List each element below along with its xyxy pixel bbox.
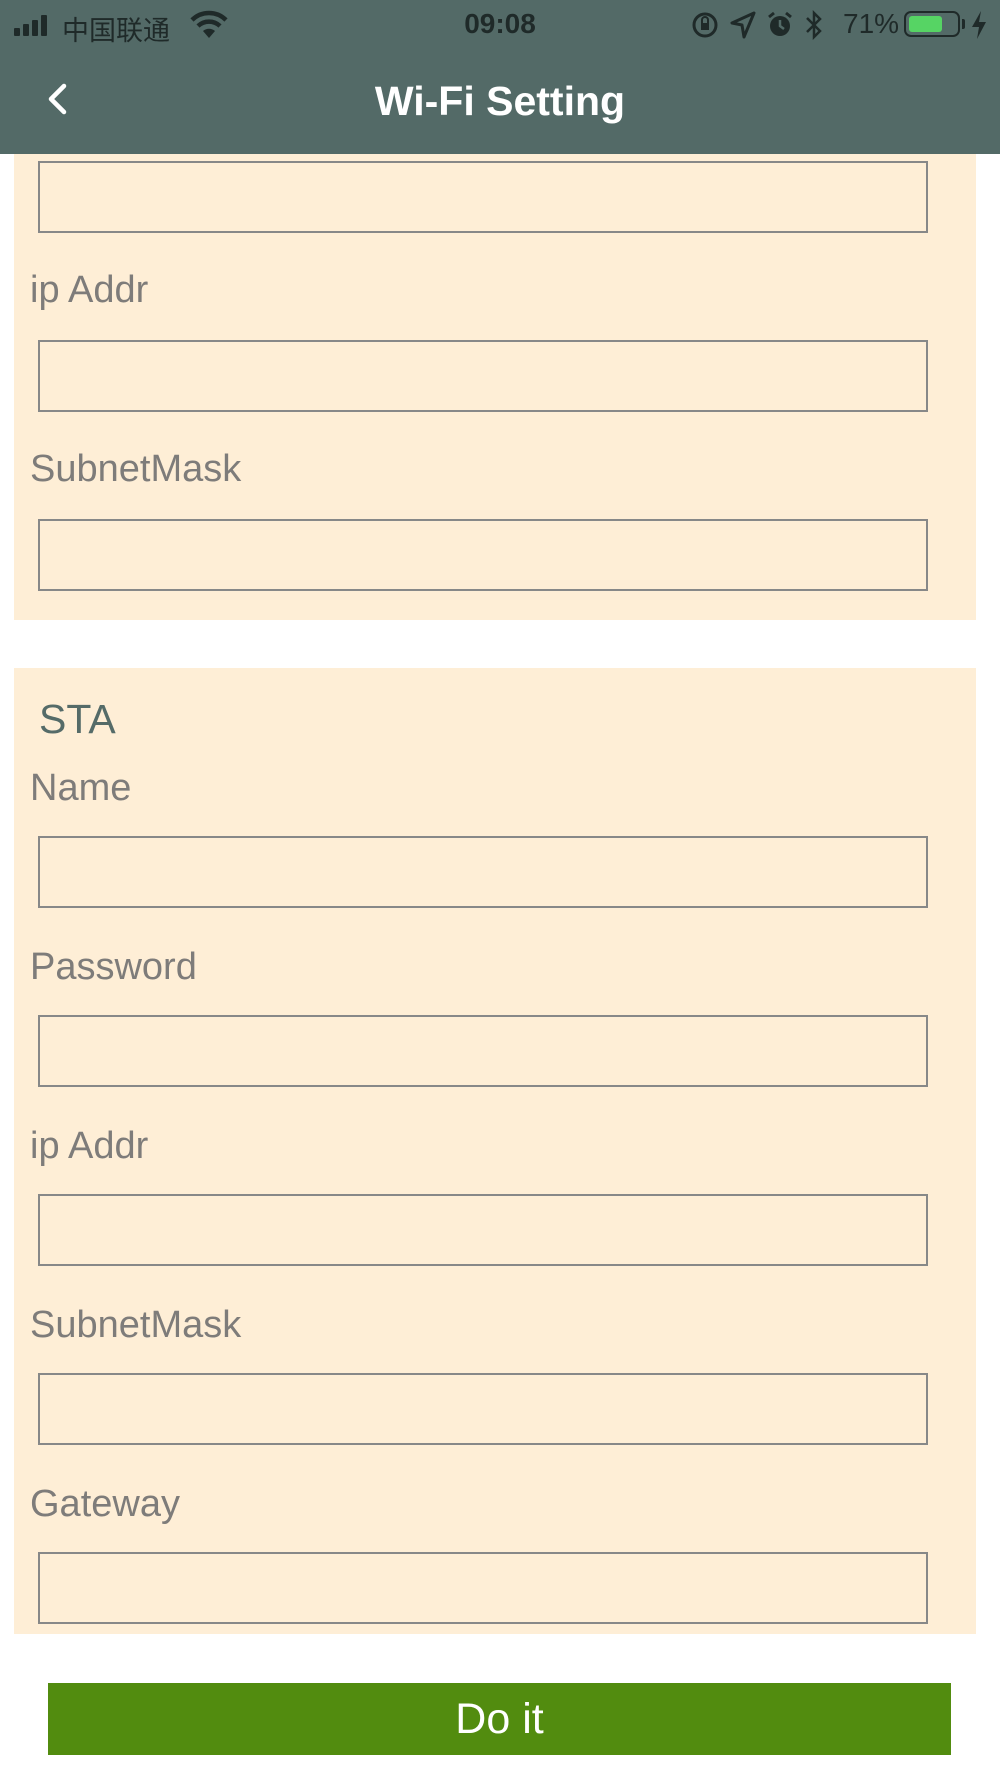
sta-ip-addr-label: ip Addr (30, 1125, 149, 1167)
orientation-lock-icon (690, 10, 720, 45)
top-bar: 中国联通 09:08 71% Wi-Fi Setting (0, 0, 1000, 154)
battery-percent: 71% (843, 8, 900, 39)
navigation-bar: Wi-Fi Setting (0, 50, 1000, 154)
ap-field-top-input[interactable] (38, 161, 928, 233)
location-icon (730, 11, 756, 44)
sta-gateway-label: Gateway (30, 1483, 180, 1525)
charging-icon (970, 10, 988, 45)
ap-subnet-mask-label: SubnetMask (30, 448, 242, 490)
sta-subnet-mask-input[interactable] (38, 1373, 928, 1445)
sta-name-input[interactable] (38, 836, 928, 908)
battery-level (909, 16, 942, 32)
ap-settings-card: ip Addr SubnetMask (14, 136, 976, 620)
sta-subnet-mask-label: SubnetMask (30, 1304, 242, 1346)
bluetooth-icon (804, 9, 824, 45)
sta-password-label: Password (30, 946, 197, 988)
status-icons (690, 9, 824, 45)
sta-settings-card: STA Name Password ip Addr SubnetMask Gat… (14, 668, 976, 1634)
battery-nub (962, 19, 965, 29)
sta-section-title: STA (39, 696, 116, 742)
sta-password-input[interactable] (38, 1015, 928, 1087)
sta-ip-addr-input[interactable] (38, 1194, 928, 1266)
page-title: Wi-Fi Setting (374, 78, 626, 124)
do-it-button[interactable]: Do it (48, 1683, 951, 1755)
alarm-icon (766, 11, 794, 44)
battery-icon (904, 11, 960, 37)
status-bar: 中国联通 09:08 71% (0, 0, 1000, 50)
ap-ip-addr-input[interactable] (38, 340, 928, 412)
ap-subnet-mask-input[interactable] (38, 519, 928, 591)
sta-gateway-input[interactable] (38, 1552, 928, 1624)
ap-ip-addr-label: ip Addr (30, 269, 149, 311)
sta-name-label: Name (30, 767, 132, 809)
